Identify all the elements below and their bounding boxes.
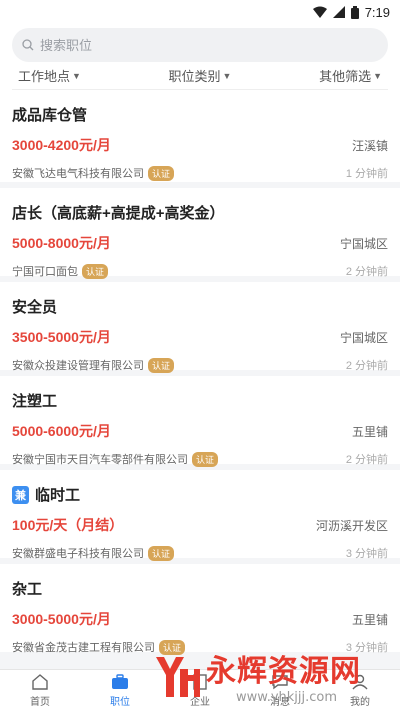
- job-location: 汪溪镇: [351, 138, 388, 153]
- job-title: 临时工: [35, 487, 81, 504]
- home-icon: [30, 673, 50, 691]
- search-input[interactable]: [40, 37, 340, 53]
- tab-jobs-label: 职位: [110, 697, 130, 708]
- verified-badge: 认证: [82, 263, 109, 279]
- filter-other-label: 其他筛选: [319, 69, 372, 84]
- verified-badge: 认证: [148, 545, 175, 561]
- caret-down-icon: ▼: [373, 70, 382, 81]
- job-card[interactable]: 店长（高底薪+高提成+高奖金） 5000-8000元/月 宁国城区 宁国可口面包…: [0, 188, 400, 279]
- job-title: 杂工: [12, 581, 43, 598]
- company-name: 安徽宁国市天目汽车零部件有限公司: [12, 454, 188, 466]
- bottom-tabbar: 首页 职位 企业 消息 我的: [0, 669, 400, 711]
- post-time: 2 分钟前: [345, 454, 388, 466]
- job-card[interactable]: 注塑工 5000-6000元/月 五里铺 安徽宁国市天目汽车零部件有限公司 认证…: [0, 376, 400, 467]
- post-time: 3 分钟前: [345, 548, 388, 560]
- search-bar[interactable]: [12, 28, 388, 62]
- post-time: 2 分钟前: [345, 360, 388, 372]
- signal-icon: [332, 6, 345, 18]
- filter-category[interactable]: 职位类别 ▼: [169, 66, 232, 85]
- job-salary: 100元/天（月结）: [12, 517, 124, 533]
- job-title: 成品库仓管: [12, 107, 88, 124]
- tab-jobs[interactable]: 职位: [90, 673, 150, 708]
- job-card[interactable]: 安全员 3500-5000元/月 宁国城区 安徽众投建设管理有限公司 认证 2 …: [0, 282, 400, 373]
- job-salary: 5000-8000元/月: [12, 235, 111, 251]
- caret-down-icon: ▼: [72, 70, 81, 81]
- filter-location[interactable]: 工作地点 ▼: [18, 66, 81, 85]
- job-title: 安全员: [12, 299, 58, 316]
- verified-badge: 认证: [192, 451, 219, 467]
- job-location: 河沥溪开发区: [315, 518, 388, 533]
- verified-badge: 认证: [159, 639, 186, 655]
- job-salary: 5000-6000元/月: [12, 423, 111, 439]
- job-salary: 3500-5000元/月: [12, 329, 111, 345]
- tab-home[interactable]: 首页: [10, 673, 70, 708]
- company-name: 安徽众投建设管理有限公司: [12, 360, 144, 372]
- job-location: 五里铺: [351, 612, 388, 627]
- verified-badge: 认证: [148, 357, 175, 373]
- job-salary: 3000-4200元/月: [12, 137, 111, 153]
- tab-messages[interactable]: 消息: [250, 673, 310, 708]
- filter-bar: 工作地点 ▼ 职位类别 ▼ 其他筛选 ▼: [12, 62, 388, 90]
- message-icon: [270, 673, 290, 691]
- company-name: 安徽群盛电子科技有限公司: [12, 548, 144, 560]
- post-time: 1 分钟前: [345, 168, 388, 180]
- company-name: 安徽飞达电气科技有限公司: [12, 168, 144, 180]
- job-location: 宁国城区: [339, 330, 388, 345]
- company-name: 安徽省金茂古建工程有限公司: [12, 642, 155, 654]
- job-salary: 3000-5000元/月: [12, 611, 111, 627]
- job-location: 五里铺: [351, 424, 388, 439]
- briefcase-icon: [110, 673, 130, 691]
- search-icon: [22, 39, 34, 51]
- caret-down-icon: ▼: [222, 70, 232, 81]
- job-location: 宁国城区: [339, 236, 388, 251]
- post-time: 2 分钟前: [345, 266, 388, 278]
- building-icon: [190, 673, 210, 691]
- job-card[interactable]: 成品库仓管 3000-4200元/月 汪溪镇 安徽飞达电气科技有限公司 认证 1…: [0, 90, 400, 182]
- status-time: 7:19: [364, 4, 390, 20]
- filter-category-label: 职位类别: [168, 69, 221, 84]
- part-time-tag: 兼: [12, 485, 29, 504]
- job-title: 注塑工: [12, 393, 58, 410]
- job-card[interactable]: 兼 临时工 100元/天（月结） 河沥溪开发区 安徽群盛电子科技有限公司 认证 …: [0, 470, 400, 561]
- verified-badge: 认证: [148, 165, 175, 181]
- battery-icon: [350, 5, 359, 19]
- job-list: 成品库仓管 3000-4200元/月 汪溪镇 安徽飞达电气科技有限公司 认证 1…: [0, 90, 400, 655]
- tab-home-label: 首页: [30, 697, 50, 708]
- company-name: 宁国可口面包: [12, 266, 78, 278]
- header: 工作地点 ▼ 职位类别 ▼ 其他筛选 ▼: [0, 24, 400, 90]
- filter-location-label: 工作地点: [18, 69, 71, 84]
- post-time: 3 分钟前: [345, 642, 388, 654]
- job-card[interactable]: 杂工 3000-5000元/月 五里铺 安徽省金茂古建工程有限公司 认证 3 分…: [0, 564, 400, 655]
- tab-profile-label: 我的: [350, 697, 370, 708]
- filter-other[interactable]: 其他筛选 ▼: [319, 66, 382, 85]
- job-title: 店长（高底薪+高提成+高奖金）: [12, 205, 225, 222]
- status-bar: 7:19: [0, 0, 400, 24]
- wifi-icon: [312, 6, 327, 18]
- user-icon: [350, 673, 370, 691]
- tab-messages-label: 消息: [270, 697, 290, 708]
- tab-company[interactable]: 企业: [170, 673, 230, 708]
- tab-company-label: 企业: [190, 697, 210, 708]
- tab-profile[interactable]: 我的: [330, 673, 390, 708]
